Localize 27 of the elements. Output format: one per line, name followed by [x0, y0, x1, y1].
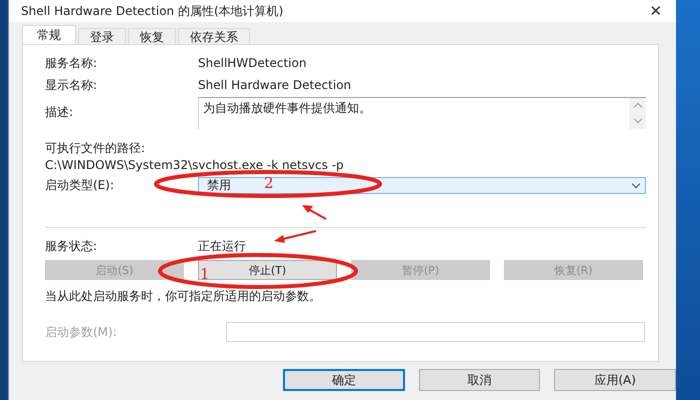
arrow-mark: [302, 205, 326, 220]
field-label: 显示名称:: [45, 76, 98, 94]
tab[interactable]: 依存关系: [178, 28, 250, 44]
arrow-mark: [274, 230, 316, 243]
tab[interactable]: 常规: [22, 25, 76, 44]
annotation-number: 1: [200, 266, 210, 282]
field-label: 启动类型(E):: [45, 177, 115, 194]
description-text: 为自动播放硬件事件提供通知。: [202, 100, 372, 117]
field-value: ShellHWDetection: [198, 56, 306, 70]
tab[interactable]: 登录: [78, 28, 126, 44]
field-value: Shell Hardware Detection: [198, 78, 352, 92]
field-label: 服务状态:: [45, 238, 98, 254]
field-label: 可执行文件的路径:: [45, 140, 146, 157]
dialog-button[interactable]: 确定: [283, 369, 405, 391]
field-label: 服务名称:: [45, 54, 98, 72]
annotation-number: 2: [264, 175, 274, 191]
hint-text: 当从此处启动服务时，你可指定所适用的启动参数。: [45, 288, 322, 305]
description-box[interactable]: 为自动播放硬件事件提供通知。: [198, 97, 646, 129]
close-button[interactable]: ✕: [636, 0, 676, 22]
dialog-button[interactable]: 应用(A): [554, 369, 676, 391]
path-text: C:\WINDOWS\System32\svchost.exe -k netsvcs -p: [45, 158, 345, 172]
field-label: 启动参数(M):: [45, 324, 118, 340]
field-label: 描述:: [45, 104, 74, 121]
status-text: 正在运行: [198, 238, 246, 254]
tab[interactable]: 恢复: [128, 28, 176, 44]
dialog-button[interactable]: 取消: [418, 369, 540, 391]
window-title: Shell Hardware Detection 的属性(本地计算机): [21, 2, 284, 20]
